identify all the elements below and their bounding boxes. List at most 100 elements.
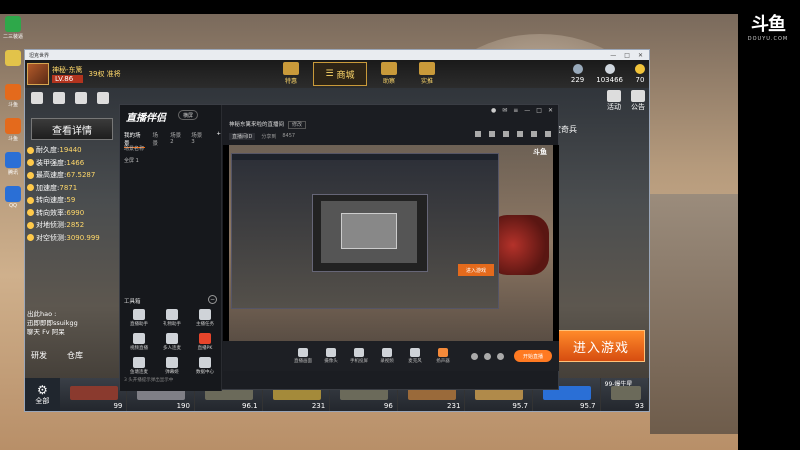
desktop-icon-label: 斗鱼: [7, 102, 18, 108]
stream-preview[interactable]: 斗鱼 进入游戏: [223, 145, 559, 341]
nav-shop-button[interactable]: ☰ 商城: [313, 62, 367, 86]
view-details-button[interactable]: 查看详情: [31, 118, 113, 140]
tool-item[interactable]: 主播任务: [190, 309, 220, 327]
nav-scope[interactable]: 助察: [373, 62, 405, 86]
message-icon[interactable]: ✉: [502, 107, 507, 114]
tool-item[interactable]: 直播助手: [124, 309, 154, 327]
silver-icon: [604, 64, 615, 74]
tool-item[interactable]: 弹幕姬: [157, 357, 187, 375]
list-icon[interactable]: [97, 92, 109, 104]
control-camera[interactable]: 摄像头: [321, 348, 341, 364]
currency-gold[interactable]: 70: [635, 64, 645, 84]
preview-nested-window: 进入游戏: [231, 153, 499, 309]
scope-icon: [381, 62, 397, 75]
video-icon[interactable]: [471, 352, 478, 360]
control-phone-cast[interactable]: 手机投屏: [349, 348, 369, 364]
filter-all-button[interactable]: ⚙ 全部: [25, 378, 60, 411]
control-label: 手机投屏: [350, 359, 368, 364]
tool-icon: [133, 309, 145, 320]
stream-app-logo: 直播伴侣: [126, 113, 166, 124]
settings-icon[interactable]: [497, 352, 504, 360]
medal-icon: [572, 64, 583, 74]
orientation-toggle[interactable]: 横屏: [178, 110, 199, 120]
desktop-icon[interactable]: 腾讯: [2, 152, 24, 178]
tool-item[interactable]: 数据中心: [190, 357, 220, 375]
minimize-icon[interactable]: —: [524, 107, 530, 114]
game-topbar: 神秘-东篱 LV.86 39权 准将 特惠 ☰ 商城 助察 实推 229 103…: [25, 60, 649, 88]
window-titlebar[interactable]: 坦克世界 — □ ✕: [25, 50, 649, 60]
player-avatar[interactable]: [27, 63, 49, 85]
edit-room-button[interactable]: 修改: [288, 121, 307, 129]
copy-icon[interactable]: [489, 131, 495, 137]
minimize-button[interactable]: —: [610, 52, 616, 59]
bell-icon[interactable]: [517, 131, 523, 137]
desktop-icon[interactable]: QQ: [2, 186, 24, 212]
toolbox-collapse-icon[interactable]: −: [208, 295, 217, 304]
stream-footer-note: 3 头开播提示弹出显示中: [124, 378, 174, 383]
currency-medal[interactable]: 229: [571, 64, 584, 84]
depot-button[interactable]: 仓库: [67, 350, 83, 361]
settings-icon[interactable]: [531, 131, 537, 137]
lock-icon[interactable]: [475, 131, 481, 137]
tank-slot[interactable]: 99-爆牛星 93: [600, 378, 649, 411]
maximize-button[interactable]: □: [624, 52, 630, 59]
start-live-button[interactable]: 开始直播: [514, 350, 552, 362]
currency-silver[interactable]: 103466: [596, 64, 623, 84]
stat-icon: [27, 146, 34, 154]
close-icon[interactable]: ✕: [548, 107, 553, 114]
tool-item[interactable]: 多人连麦: [157, 333, 187, 351]
douyu-logo: 斗鱼: [751, 14, 786, 35]
control-speaker[interactable]: 扬声器: [433, 348, 453, 364]
tab-scene-2[interactable]: 场景2: [170, 131, 184, 148]
nav-bag[interactable]: 实推: [411, 62, 443, 86]
tool-item[interactable]: 视频直播: [124, 333, 154, 351]
nav-special-offer[interactable]: 特惠: [275, 62, 307, 86]
control-label: 扬声器: [436, 359, 450, 364]
desktop-icon[interactable]: 斗鱼: [2, 84, 24, 110]
control-label: 摄像头: [324, 359, 338, 364]
desktop-icon[interactable]: 斗鱼: [2, 118, 24, 144]
add-scene-icon[interactable]: +: [216, 131, 221, 148]
stat-value: 59: [66, 196, 76, 205]
notice-button[interactable]: 公告: [631, 90, 645, 112]
maximize-icon[interactable]: □: [536, 107, 542, 114]
stat-row: 最高速度: 67.5287: [27, 169, 125, 182]
close-button[interactable]: ✕: [638, 52, 643, 59]
control-scene[interactable]: 直播画面: [293, 348, 313, 364]
scene-item[interactable]: 全屏 1: [124, 157, 139, 164]
share-link[interactable]: 分享到: [261, 133, 276, 140]
desktop-icon[interactable]: 二三装逼: [2, 16, 24, 42]
research-button[interactable]: 研发: [31, 350, 47, 361]
menu-icon[interactable]: ≡: [513, 107, 518, 114]
tool-item[interactable]: 礼物助手: [157, 309, 187, 327]
desktop-icon-label: QQ: [9, 203, 17, 209]
help-icon[interactable]: [75, 92, 87, 104]
avatar-icon[interactable]: ●: [491, 107, 496, 114]
share-icon[interactable]: [545, 131, 551, 137]
douyu-url: DOUYU.COM: [747, 36, 789, 42]
event-banner[interactable]: 宝奇兵: [553, 124, 645, 135]
tab-scene[interactable]: 场景: [152, 131, 163, 148]
tool-icon: [166, 309, 178, 320]
room-id-chip[interactable]: 直播间ID: [229, 133, 256, 140]
settings-icon[interactable]: [53, 92, 65, 104]
left-icon-bar: [25, 90, 123, 106]
eye-icon[interactable]: [484, 352, 491, 360]
desktop-icon[interactable]: [2, 50, 24, 76]
tool-item[interactable]: 直播PK: [190, 333, 220, 351]
room-heat: 8457: [282, 133, 296, 139]
record-icon[interactable]: [503, 131, 509, 137]
tab-scene-3[interactable]: 场景3: [191, 131, 205, 148]
game-window: 坦克世界 — □ ✕ 神秘-东篱 LV.86 39权 准将 特惠 ☰ 商城 助察: [24, 49, 650, 412]
stat-value: 2852: [66, 221, 85, 230]
control-record[interactable]: 录视频: [377, 348, 397, 364]
tank-slot[interactable]: 99: [59, 378, 128, 411]
events-button[interactable]: 活动: [607, 90, 621, 112]
chat-box[interactable]: 出此hao : 迅即即即ssuikgg 聊天 Fv 阿呆: [27, 310, 125, 337]
bag-icon: [419, 62, 435, 75]
phone-icon: [354, 348, 364, 357]
tool-item[interactable]: 鱼塘连麦: [124, 357, 154, 375]
mail-icon[interactable]: [31, 92, 43, 104]
control-mic[interactable]: 麦克风: [405, 348, 425, 364]
enter-game-button[interactable]: 进入游戏: [557, 330, 645, 362]
